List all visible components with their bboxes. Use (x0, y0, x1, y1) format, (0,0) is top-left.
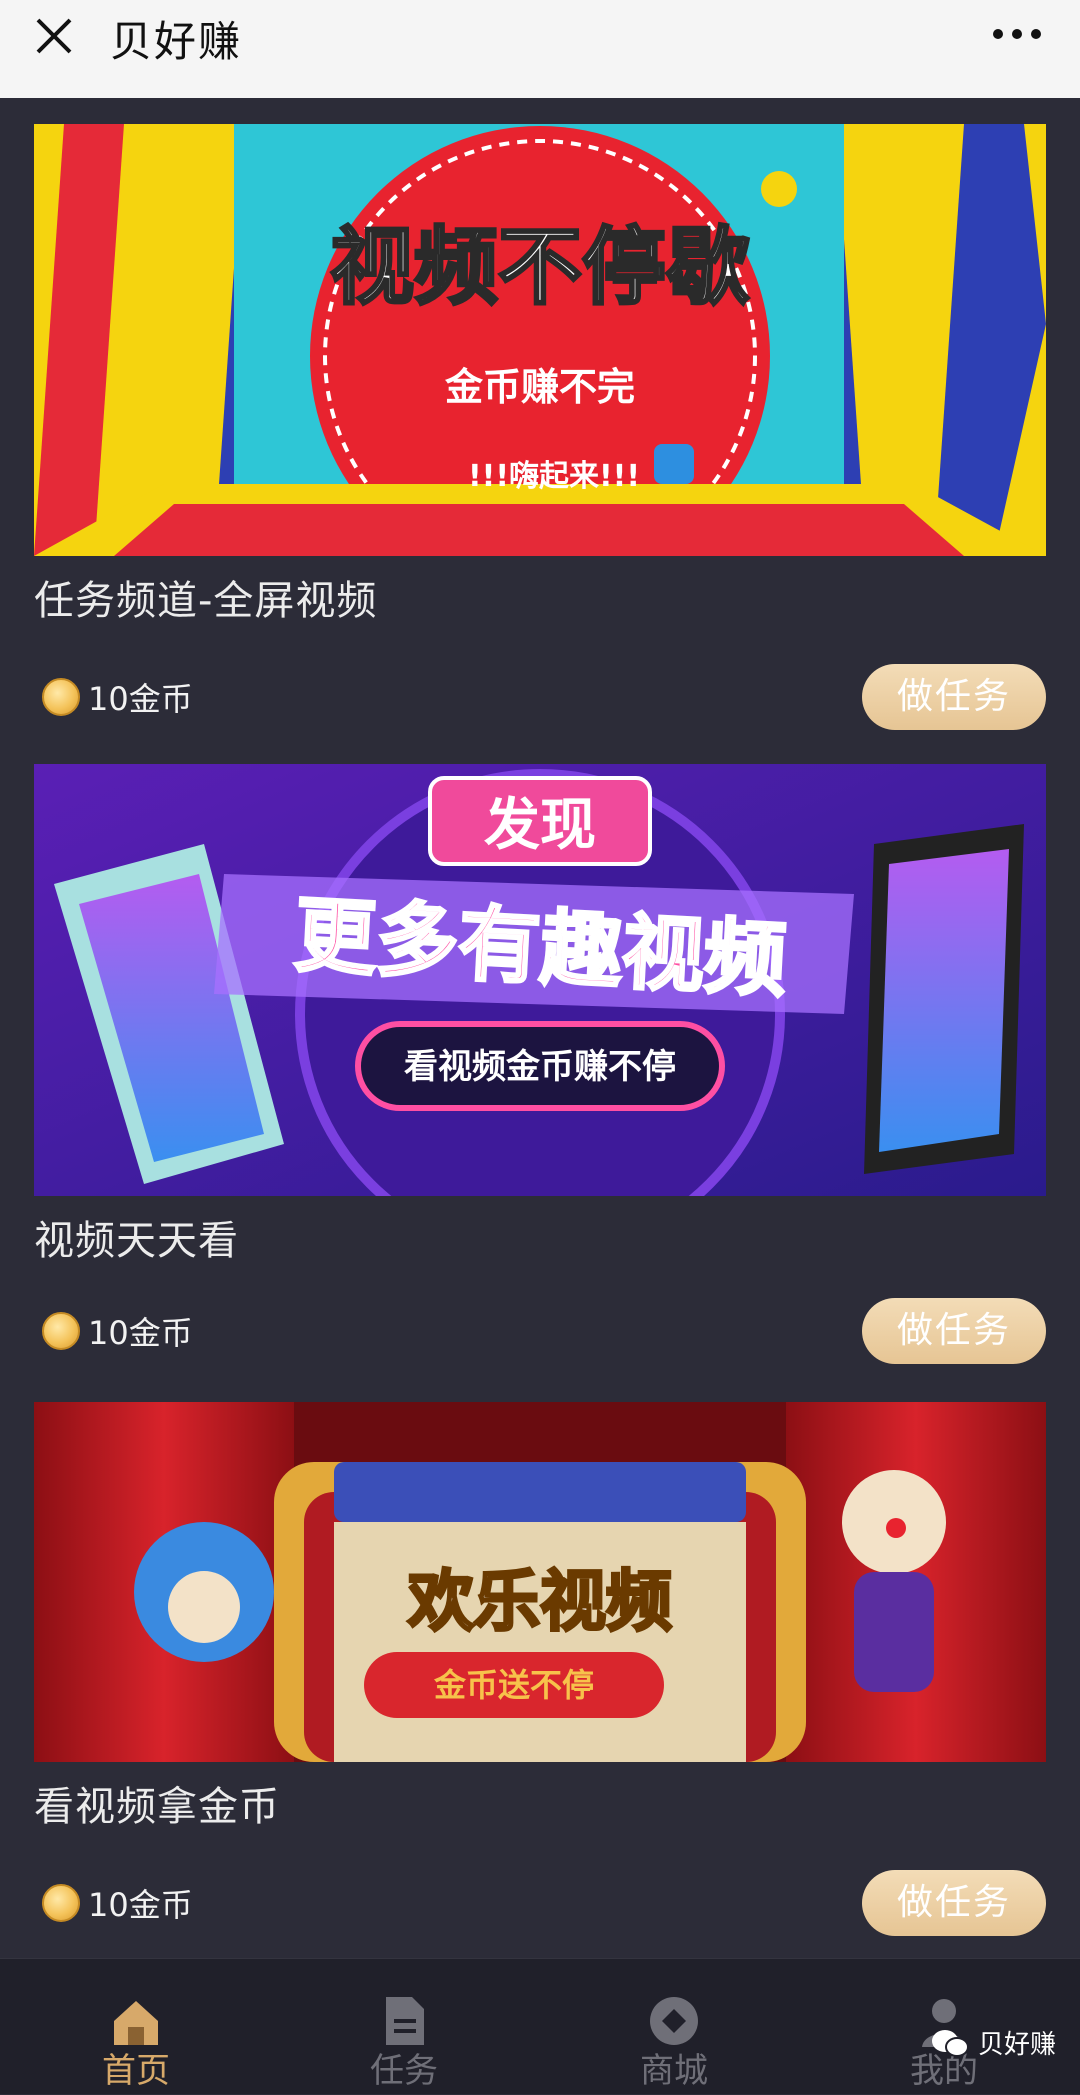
task-list: 视频不停歇 金币赚不完 !!!嗨起来!!! 任务频道-全屏视频 10金币 做任务 (0, 98, 1080, 1958)
banner-headline: 视频不停歇 (330, 218, 750, 316)
task-title: 视频天天看 (34, 1218, 239, 1264)
watermark: 贝好赚 (930, 2024, 1056, 2061)
banner-headline: 欢乐视频 (407, 1563, 672, 1640)
close-icon[interactable] (32, 14, 76, 58)
tab-shop[interactable]: 商城 (574, 1959, 774, 2095)
watermark-text: 贝好赚 (978, 2030, 1057, 2060)
wechat-icon (932, 2029, 969, 2057)
reward-info: 10金币 (42, 674, 193, 720)
daily-video-banner-art: 发现 更多有趣视频 看视频金币赚不停 (34, 764, 1046, 1196)
banner-tagline: !!!嗨起来!!! (468, 459, 640, 494)
banner-subline: 金币赚不完 (444, 365, 635, 409)
task-card[interactable]: 欢乐视频 金币送不停 看视频拿金币 10金币 做任务 (34, 1402, 1046, 1936)
task-card[interactable]: 发现 更多有趣视频 看视频金币赚不停 视频天天看 10金币 做任务 (34, 764, 1046, 1364)
tab-label: 首页 (102, 2051, 170, 2091)
thumbs-up-icon (654, 444, 694, 484)
do-task-button[interactable]: 做任务 (862, 664, 1046, 730)
tab-label: 任务 (370, 2051, 438, 2091)
coin-icon (42, 678, 80, 716)
reward-amount: 10金币 (88, 1314, 193, 1352)
coin-icon (42, 1312, 80, 1350)
home-icon (114, 2001, 158, 2045)
task-banner-image[interactable]: 欢乐视频 金币送不停 (34, 1402, 1046, 1762)
full-screen-video-banner-art: 视频不停歇 金币赚不完 !!!嗨起来!!! (34, 124, 1046, 556)
task-card[interactable]: 视频不停歇 金币赚不完 !!!嗨起来!!! 任务频道-全屏视频 10金币 做任务 (34, 124, 1046, 730)
reward-info: 10金币 (42, 1880, 193, 1926)
do-task-button[interactable]: 做任务 (862, 1298, 1046, 1364)
tab-label: 商城 (640, 2051, 708, 2091)
reward-amount: 10金币 (88, 680, 193, 718)
banner-badge: 发现 (484, 793, 596, 858)
reward-info: 10金币 (42, 1308, 193, 1354)
happy-video-banner-art: 欢乐视频 金币送不停 (34, 1402, 1046, 1762)
bottom-tab-bar: 首页 任务 商城 我的 (0, 1958, 1080, 2094)
task-title: 任务频道-全屏视频 (34, 578, 378, 624)
tab-home[interactable]: 首页 (36, 1959, 236, 2095)
coin-icon (42, 1884, 80, 1922)
top-nav-bar: 贝好赚 (0, 0, 1080, 98)
more-horizontal-icon[interactable] (992, 28, 1042, 40)
tab-tasks[interactable]: 任务 (304, 1959, 504, 2095)
reward-amount: 10金币 (88, 1886, 193, 1924)
shop-icon (650, 1997, 698, 2045)
page-title: 贝好赚 (110, 17, 243, 66)
task-title: 看视频拿金币 (34, 1784, 280, 1830)
task-banner-image[interactable]: 视频不停歇 金币赚不完 !!!嗨起来!!! (34, 124, 1046, 556)
do-task-button[interactable]: 做任务 (862, 1870, 1046, 1936)
banner-subline: 金币送不停 (433, 1666, 594, 1704)
banner-subline: 看视频金币赚不停 (404, 1047, 676, 1087)
task-banner-image[interactable]: 发现 更多有趣视频 看视频金币赚不停 (34, 764, 1046, 1196)
document-icon (386, 1997, 424, 2045)
